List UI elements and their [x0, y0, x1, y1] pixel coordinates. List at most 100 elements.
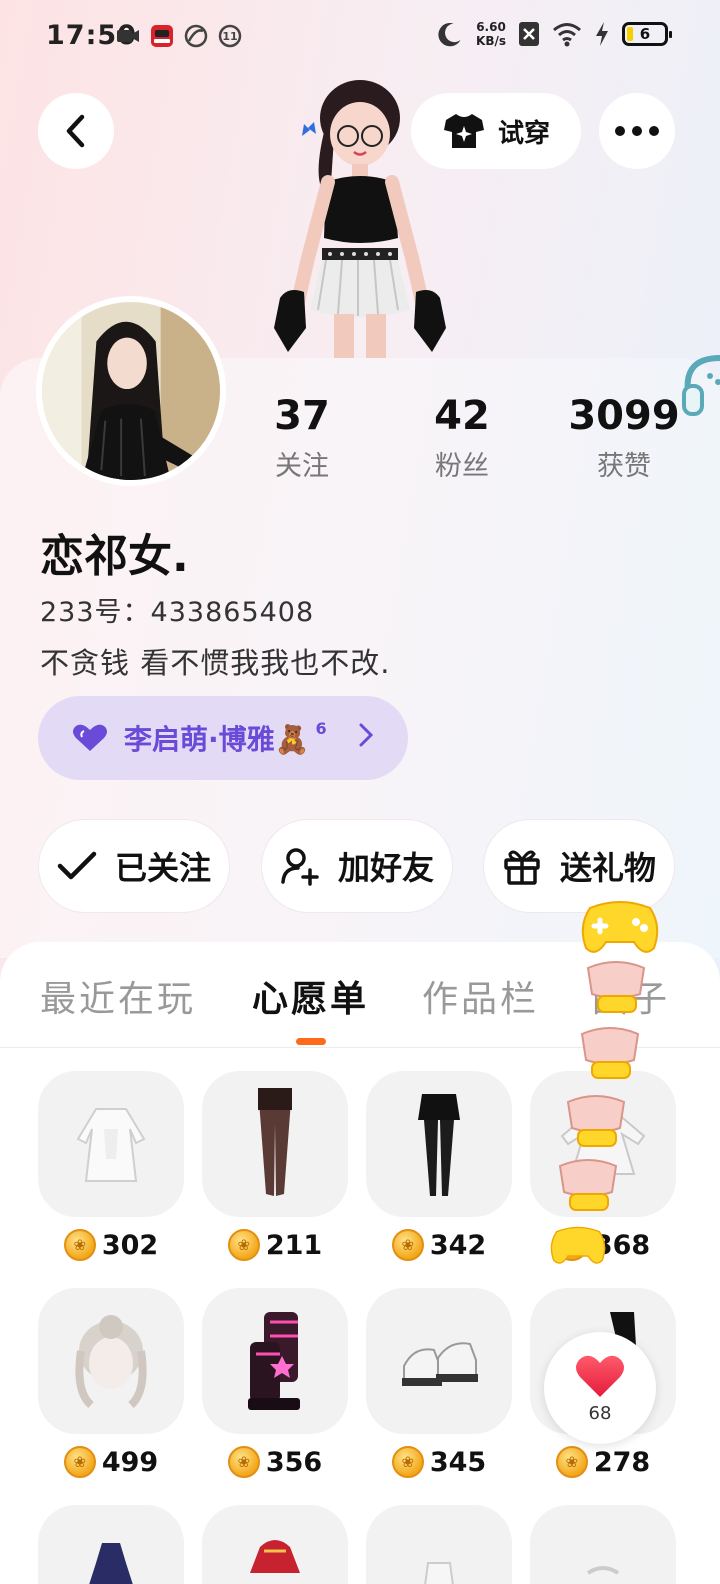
grey-item-image [586, 1566, 620, 1575]
wishlist-item-partial[interactable] [202, 1505, 348, 1584]
wishlist-item-partial[interactable] [38, 1505, 184, 1584]
svg-text:11: 11 [222, 30, 237, 43]
tab-works[interactable]: 作品栏 [422, 970, 539, 1022]
fans-label: 粉丝 [435, 451, 489, 482]
net-speed: 6.60 KB/s [476, 20, 506, 48]
battery-indicator: 6 [622, 22, 672, 46]
wishlist-item[interactable]: ❀ 302 [38, 1071, 184, 1261]
coin-icon: ❀ [63, 1446, 96, 1478]
price-value: 278 [593, 1446, 651, 1478]
net-speed-value: 6.60 [476, 20, 506, 34]
cp-level: 6 [315, 718, 327, 738]
more-options-button[interactable] [599, 93, 675, 169]
like-count: 68 [588, 1402, 612, 1424]
wishlist-item-partial[interactable] [366, 1505, 512, 1584]
navy-dress-thumbnail [38, 1505, 184, 1584]
profile-page: 17:50 11 6.60 KB/s 6 试穿 37 关注 42 粉丝 3099… [0, 0, 720, 1584]
game-controller-icon[interactable] [578, 896, 662, 960]
coin-icon: ❀ [227, 1229, 260, 1261]
wishlist-item[interactable]: ❀ 345 [366, 1288, 512, 1478]
add-friend-button[interactable]: 加好友 [261, 819, 453, 913]
red-dress-thumbnail [202, 1505, 348, 1584]
grey-item-thumbnail [530, 1505, 676, 1584]
price-value: 211 [265, 1229, 323, 1261]
checkmark-icon [57, 851, 97, 880]
price: ❀ 302 [38, 1229, 184, 1261]
add-friend-label: 加好友 [337, 849, 434, 887]
try-on-label: 试穿 [497, 118, 550, 149]
coin-icon: ❀ [391, 1229, 424, 1261]
chevron-right-icon [359, 723, 374, 747]
cp-relation-tag[interactable]: 李启萌·博雅🧸 6 [38, 696, 408, 780]
white-dress-image [76, 1108, 146, 1182]
stat-likes[interactable]: 3099 获赞 [544, 392, 704, 483]
coin-icon: ❀ [555, 1446, 588, 1478]
wishlist-item[interactable]: ❀ 356 [202, 1288, 348, 1478]
badge-icon: 11 [218, 24, 242, 48]
price: ❀ 278 [530, 1446, 676, 1478]
hair-thumbnail [38, 1288, 184, 1434]
likes-label: 获赞 [597, 451, 651, 482]
followed-label: 已关注 [114, 849, 211, 887]
coin-icon: ❀ [227, 1446, 260, 1478]
price-value: 356 [265, 1446, 323, 1478]
chevron-left-icon [66, 114, 85, 148]
app-notification-icon [151, 25, 173, 47]
tights-thumbnail [202, 1071, 348, 1217]
user-avatar[interactable] [36, 296, 226, 486]
status-bar: 17:50 11 6.60 KB/s 6 [0, 0, 720, 76]
price-value: 342 [429, 1229, 487, 1261]
charging-icon [596, 22, 608, 46]
shoes-thumbnail [366, 1288, 512, 1434]
sim-off-icon [519, 22, 539, 46]
wishlist-item[interactable]: ❀ 342 [366, 1071, 512, 1261]
gift-icon [504, 850, 540, 885]
user-id-line[interactable]: 233号：433865408 [40, 590, 314, 629]
hand-icon [586, 961, 646, 1013]
double-heart-icon [73, 724, 107, 751]
following-label: 关注 [275, 451, 329, 482]
cp-name: 李启萌·博雅🧸 [124, 723, 310, 756]
video-camera-icon [117, 30, 139, 42]
active-tab-indicator [296, 1038, 326, 1045]
hand-icon [566, 1095, 626, 1147]
wishlist-item-partial[interactable] [530, 1505, 676, 1584]
price: ❀ 356 [202, 1446, 348, 1478]
hand-icon [580, 1027, 640, 1079]
red-dress-image [250, 1540, 300, 1573]
boots-thumbnail [202, 1288, 348, 1434]
stat-following[interactable]: 37 关注 [222, 392, 382, 483]
avatar-photo [42, 302, 220, 480]
user-id-value: 433865408 [150, 597, 315, 628]
status-system-icons: 6.60 KB/s 6 [436, 20, 672, 48]
followed-button[interactable]: 已关注 [38, 819, 230, 913]
navy-dress-image [89, 1543, 133, 1584]
stat-fans[interactable]: 42 粉丝 [382, 392, 542, 483]
skirt-thumbnail [366, 1071, 512, 1217]
moon-icon [438, 22, 461, 47]
price: ❀ 211 [202, 1229, 348, 1261]
nickname: 恋祁女. [40, 531, 189, 582]
try-on-button[interactable]: 试穿 [411, 93, 581, 169]
back-button[interactable] [38, 93, 114, 169]
price-value: 302 [101, 1229, 159, 1261]
wishlist-item[interactable]: ❀ 211 [202, 1071, 348, 1261]
coin-icon: ❀ [391, 1446, 424, 1478]
price: ❀ 345 [366, 1446, 512, 1478]
likes-count: 3099 [568, 393, 680, 439]
coin-icon: ❀ [63, 1229, 96, 1261]
user-id-label: 233号： [40, 597, 151, 628]
following-count: 37 [274, 393, 330, 439]
brown-tights-image [258, 1088, 292, 1196]
like-button[interactable]: 68 [544, 1332, 656, 1444]
white-platform-shoes-image [402, 1342, 478, 1386]
white-top-thumbnail [366, 1505, 512, 1584]
game-controller-small-icon [550, 1226, 606, 1264]
tab-recently-played[interactable]: 最近在玩 [40, 970, 196, 1022]
white-dress-thumbnail [38, 1071, 184, 1217]
wishlist-item[interactable]: ❀ 499 [38, 1288, 184, 1478]
status-notification-icons: 11 [116, 24, 242, 48]
price-value: 345 [429, 1446, 487, 1478]
tab-wishlist[interactable]: 心愿单 [252, 970, 369, 1022]
white-top-image [424, 1562, 454, 1584]
